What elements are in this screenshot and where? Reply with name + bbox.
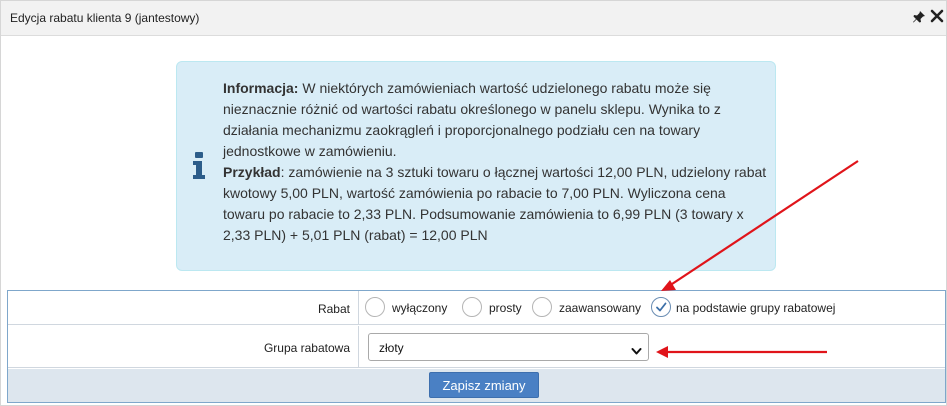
check-icon (656, 302, 667, 312)
discount-form: Rabat wyłączony prosty zaawansowany na p… (7, 290, 946, 403)
grupa-label: Grupa rabatowa (263, 341, 350, 355)
rabat-row: Rabat wyłączony prosty zaawansowany na p… (8, 291, 945, 325)
radio-prosty[interactable] (462, 297, 482, 317)
info-text: Informacja: W niektórych zamówieniach wa… (223, 78, 768, 246)
radio-grupa-rabatowa[interactable] (651, 297, 671, 317)
chevron-down-icon (631, 343, 642, 355)
grupa-rabatowa-select[interactable]: złoty (368, 333, 649, 361)
actions-row: Zapisz zmiany (8, 369, 945, 402)
dialog-window: Edycja rabatu klienta 9 (jantestowy) Inf… (0, 0, 947, 406)
radio-label-wylaczony[interactable]: wyłączony (392, 301, 447, 315)
window-title: Edycja rabatu klienta 9 (jantestowy) (10, 11, 200, 25)
close-icon[interactable] (930, 9, 944, 23)
radio-label-prosty[interactable]: prosty (489, 301, 522, 315)
pin-icon[interactable] (912, 10, 926, 24)
info-body: W niektórych zamówieniach wartość udziel… (223, 80, 721, 159)
save-button[interactable]: Zapisz zmiany (429, 372, 539, 398)
info-heading: Informacja: (223, 80, 299, 96)
rabat-label-cell: Rabat (8, 291, 359, 324)
radio-label-grupa-rabatowa[interactable]: na podstawie grupy rabatowej (676, 301, 835, 315)
radio-wylaczony[interactable] (365, 297, 385, 317)
info-box: Informacja: W niektórych zamówieniach wa… (176, 61, 776, 271)
radio-zaawansowany[interactable] (532, 297, 552, 317)
grupa-label-cell: Grupa rabatowa (8, 326, 359, 367)
grupa-select-value: złoty (379, 341, 404, 355)
grupa-row: Grupa rabatowa złoty (8, 326, 945, 368)
rabat-label: Rabat (317, 302, 350, 316)
example-body: : zamówienie na 3 sztuki towaru o łączne… (223, 164, 767, 243)
info-icon (192, 152, 206, 180)
radio-label-zaawansowany[interactable]: zaawansowany (559, 301, 641, 315)
title-bar: Edycja rabatu klienta 9 (jantestowy) (1, 1, 946, 36)
example-heading: Przykład (223, 164, 281, 180)
